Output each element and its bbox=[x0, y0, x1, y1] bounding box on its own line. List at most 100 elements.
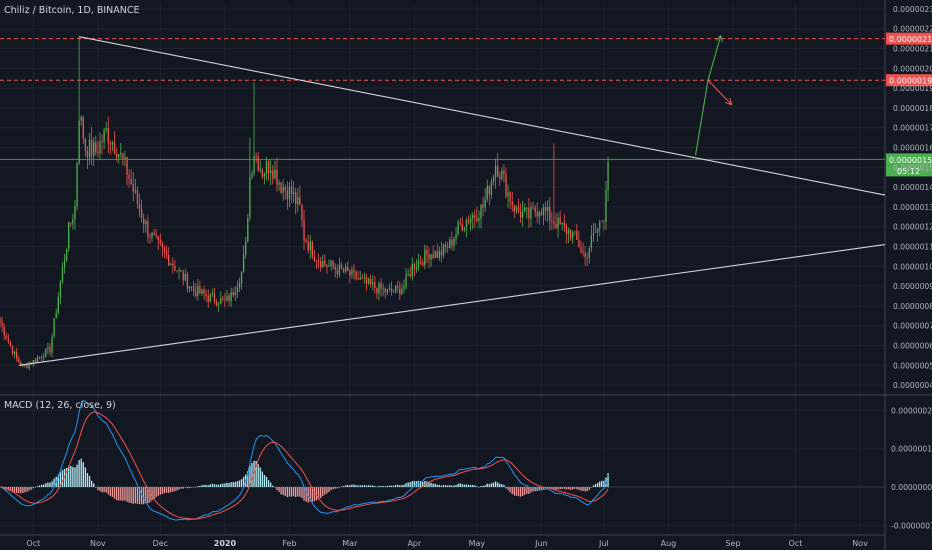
candle-body bbox=[49, 347, 51, 353]
candle-body bbox=[267, 161, 270, 173]
candle-body bbox=[461, 223, 463, 231]
macd-hist-bar bbox=[351, 484, 353, 488]
candle-body bbox=[207, 296, 209, 302]
price-tick-label: 0.00000060 bbox=[893, 341, 932, 350]
macd-hist-bar bbox=[263, 474, 266, 488]
macd-hist-bar bbox=[557, 487, 559, 490]
macd-hist-bar bbox=[436, 484, 438, 488]
macd-hist-bar bbox=[153, 487, 155, 499]
candle-body bbox=[422, 262, 424, 266]
candle-body bbox=[109, 143, 112, 145]
macd-hist-bar bbox=[469, 484, 472, 488]
macd-hist-bar bbox=[428, 482, 430, 488]
candle-body bbox=[492, 176, 495, 182]
macd-hist-bar bbox=[61, 470, 64, 488]
candle-body bbox=[503, 170, 505, 175]
candle-body bbox=[413, 263, 416, 270]
candle-body bbox=[234, 292, 236, 296]
candle-body bbox=[286, 189, 289, 200]
candle-body bbox=[153, 232, 155, 235]
macd-hist-bar bbox=[582, 487, 584, 491]
macd-hist-bar bbox=[172, 487, 174, 492]
candle-body bbox=[15, 351, 18, 359]
macd-hist-bar bbox=[499, 483, 501, 488]
macd-hist-bar bbox=[180, 487, 182, 489]
candle-body bbox=[161, 243, 164, 248]
macd-hist-bar bbox=[265, 476, 268, 488]
macd-hist-bar bbox=[453, 485, 455, 488]
macd-hist-bar bbox=[186, 487, 189, 489]
macd-hist-bar bbox=[274, 487, 276, 488]
macd-hist-bar bbox=[174, 487, 176, 492]
macd-hist-bar bbox=[599, 481, 601, 488]
macd-hist-bar bbox=[594, 484, 597, 488]
macd-hist-bar bbox=[22, 487, 24, 493]
macd-hist-bar bbox=[465, 484, 468, 488]
price-tick-label: 0.00000070 bbox=[893, 322, 932, 331]
macd-hist-bar bbox=[111, 487, 114, 497]
macd-hist-bar bbox=[222, 483, 224, 488]
candle-body bbox=[313, 257, 316, 261]
candle-body bbox=[76, 163, 78, 207]
macd-tick-label: 0.00000010 bbox=[891, 445, 932, 454]
candle-body bbox=[372, 282, 374, 285]
candle-body bbox=[342, 268, 345, 272]
candle-body bbox=[428, 254, 430, 260]
macd-hist-bar bbox=[511, 487, 513, 494]
macd-hist-bar bbox=[93, 483, 95, 488]
macd-hist-bar bbox=[280, 487, 282, 495]
macd-hist-bar bbox=[484, 485, 486, 488]
macd-hist-bar bbox=[397, 484, 399, 488]
macd-hist-bar bbox=[344, 485, 347, 488]
macd-hist-bar bbox=[596, 482, 599, 488]
macd-hist-bar bbox=[267, 480, 270, 488]
candle-body bbox=[230, 292, 232, 302]
candle-body bbox=[444, 244, 447, 247]
macd-hist-bar bbox=[195, 487, 197, 488]
macd-hist-bar bbox=[390, 485, 393, 488]
macd-hist-bar bbox=[367, 485, 370, 488]
candle-body bbox=[436, 251, 438, 258]
candle-body bbox=[192, 286, 195, 291]
chart-root: Chiliz / Bitcoin, 1D, BINANCE MACD (12, … bbox=[0, 0, 932, 550]
candle-body bbox=[61, 267, 64, 283]
candle-body bbox=[195, 290, 197, 297]
macd-hist-bar bbox=[101, 487, 103, 493]
candle-body bbox=[3, 326, 5, 336]
candle-body bbox=[36, 357, 39, 363]
candle-body bbox=[182, 271, 184, 281]
grid bbox=[0, 0, 932, 550]
macd-hist-bar bbox=[517, 487, 520, 497]
candle-body bbox=[344, 266, 347, 272]
candle-body bbox=[217, 304, 220, 306]
macd-hist-bar bbox=[130, 487, 132, 504]
candle-body bbox=[599, 222, 601, 229]
price-tick-label: 0.00000190 bbox=[893, 84, 932, 93]
candle-body bbox=[136, 190, 139, 204]
macd-hist-bar bbox=[30, 487, 32, 490]
macd-hist-bar bbox=[192, 487, 195, 488]
candle-body bbox=[82, 117, 84, 140]
macd-hist-bar bbox=[197, 486, 199, 488]
macd-hist-bar bbox=[338, 487, 341, 488]
candle-body bbox=[301, 205, 303, 221]
candle-body bbox=[397, 285, 399, 288]
macd-hist-bar bbox=[359, 485, 361, 488]
candle-body bbox=[317, 260, 320, 262]
macd-hist-bar bbox=[509, 487, 511, 493]
macd-hist-bar bbox=[569, 487, 572, 490]
price-tick-label: 0.00000040 bbox=[893, 381, 932, 390]
candle-body bbox=[438, 250, 441, 258]
candle-body bbox=[505, 174, 507, 197]
macd-hist-bar bbox=[455, 485, 457, 488]
candle-body bbox=[9, 342, 12, 346]
macd-hist-bar bbox=[590, 487, 593, 488]
candle-body bbox=[203, 289, 205, 294]
candle-body bbox=[557, 217, 559, 229]
candle-body bbox=[222, 298, 224, 300]
candle-body bbox=[159, 239, 162, 244]
price-chart-svg[interactable]: 0.000002150.000001940.0000015405:120.000… bbox=[0, 0, 932, 550]
macd-hist-bar bbox=[170, 487, 172, 493]
price-tick-label: 0.00000210 bbox=[893, 45, 932, 54]
macd-hist-bar bbox=[472, 484, 474, 488]
